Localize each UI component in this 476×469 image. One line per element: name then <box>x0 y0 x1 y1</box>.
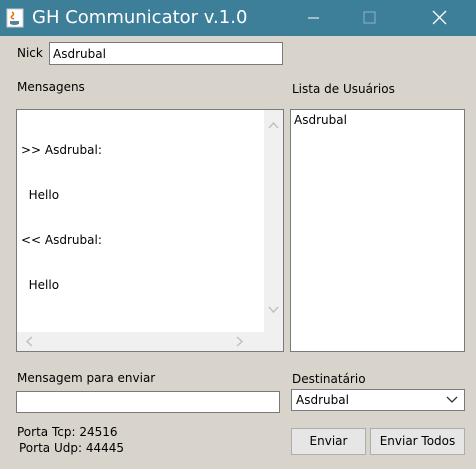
close-icon <box>432 10 447 25</box>
messages-area[interactable]: >> Asdrubal: Hello << Asdrubal: Hello <box>16 109 284 352</box>
recipient-select[interactable]: Asdrubal <box>291 389 465 411</box>
nick-input[interactable] <box>49 42 283 65</box>
nick-label: Nick <box>17 46 43 60</box>
scroll-arrows-icon <box>268 121 279 314</box>
udp-port-text: Porta Udp: 44445 <box>19 441 125 455</box>
scrollbar-corner <box>264 332 283 351</box>
message-line: Hello <box>21 278 60 292</box>
send-button[interactable]: Enviar <box>291 428 366 455</box>
maximize-icon <box>363 11 376 24</box>
messages-content: >> Asdrubal: Hello << Asdrubal: Hello <box>21 113 102 323</box>
recipient-value: Asdrubal <box>296 393 349 407</box>
message-line: Hello <box>21 188 60 202</box>
java-app-icon <box>6 8 24 28</box>
recipient-label: Destinatário <box>292 372 366 386</box>
horizontal-scrollbar[interactable] <box>17 332 264 351</box>
send-all-button[interactable]: Enviar Todos <box>370 428 465 455</box>
title-bar[interactable]: GH Communicator v.1.0 <box>0 0 476 36</box>
users-list[interactable]: Asdrubal <box>290 109 465 352</box>
chevron-down-icon <box>446 396 458 403</box>
scroll-arrows-icon <box>25 336 244 347</box>
messages-label: Mensagens <box>17 80 85 94</box>
message-line: >> Asdrubal: <box>21 143 102 157</box>
compose-label: Mensagem para enviar <box>17 371 156 385</box>
minimize-button[interactable] <box>290 0 336 36</box>
users-label: Lista de Usuários <box>292 82 395 96</box>
close-button[interactable] <box>416 0 462 36</box>
minimize-icon <box>308 17 319 19</box>
message-input[interactable] <box>16 391 280 413</box>
list-item[interactable]: Asdrubal <box>294 113 347 127</box>
vertical-scrollbar[interactable] <box>264 110 283 332</box>
maximize-button[interactable] <box>346 0 392 36</box>
tcp-port-text: Porta Tcp: 24516 <box>17 425 118 439</box>
window-title: GH Communicator v.1.0 <box>32 7 248 28</box>
message-line: << Asdrubal: <box>21 233 102 247</box>
